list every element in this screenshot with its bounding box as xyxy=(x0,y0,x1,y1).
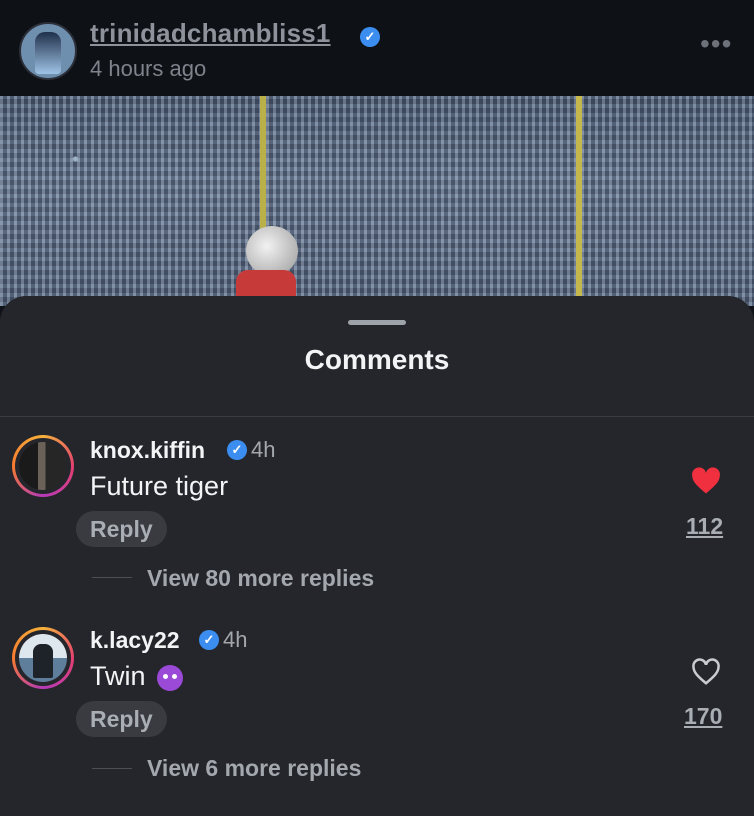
goalpost-right xyxy=(576,96,582,296)
comments-title: Comments xyxy=(304,344,450,375)
smiling-devil-emoji-icon xyxy=(157,664,184,691)
heart-outline-icon[interactable] xyxy=(691,658,721,686)
comment-text-label: Twin xyxy=(90,661,146,691)
thread-line xyxy=(92,577,132,578)
thread-line xyxy=(92,768,132,769)
sheet-drag-handle[interactable] xyxy=(348,320,406,325)
comment-username[interactable]: k.lacy22 xyxy=(90,627,180,654)
post-timestamp: 4 hours ago xyxy=(90,56,207,81)
post-image xyxy=(0,96,754,306)
verified-badge-icon: ✓ xyxy=(227,440,247,460)
author-avatar[interactable] xyxy=(19,22,77,80)
divider xyxy=(0,416,754,417)
view-more-replies[interactable]: View 80 more replies xyxy=(147,565,374,592)
verified-badge-icon: ✓ xyxy=(199,630,219,650)
comment-text: Future tiger xyxy=(90,471,229,501)
comment-avatar-k-lacy22[interactable] xyxy=(12,627,74,689)
view-more-replies[interactable]: View 6 more replies xyxy=(147,755,361,782)
player-helmet xyxy=(246,226,298,276)
comment-time: 4h xyxy=(251,437,276,462)
reply-button[interactable]: Reply xyxy=(76,701,167,737)
comment-text: Twin xyxy=(90,661,184,692)
post-header: trinidadchambliss1 ✓ 4 hours ago ••• xyxy=(0,0,754,96)
heart-filled-icon[interactable] xyxy=(691,467,721,495)
comment-time: 4h xyxy=(223,627,248,652)
verified-badge-icon: ✓ xyxy=(360,27,380,47)
comment-avatar-knox-kiffin[interactable] xyxy=(12,435,74,497)
more-options-icon[interactable]: ••• xyxy=(700,28,732,60)
reply-button[interactable]: Reply xyxy=(76,511,167,547)
author-username[interactable]: trinidadchambliss1 xyxy=(90,18,331,49)
comment-username[interactable]: knox.kiffin xyxy=(90,437,205,464)
like-count[interactable]: 112 xyxy=(686,513,723,540)
like-count[interactable]: 170 xyxy=(684,703,722,730)
